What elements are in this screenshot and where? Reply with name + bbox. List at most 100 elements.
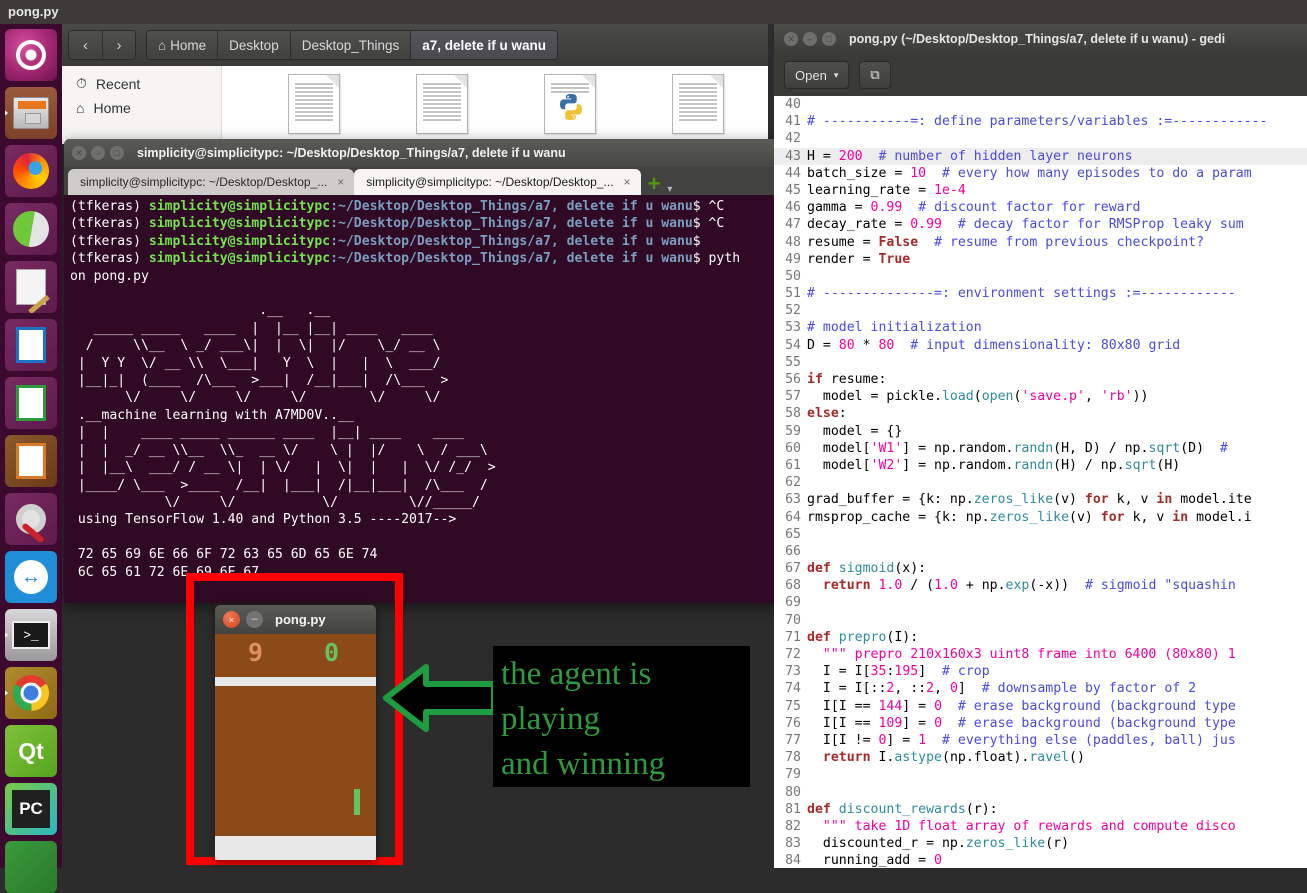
gedit-editor[interactable]: 40 41 # -----------=: define parameters/va… — [774, 96, 1307, 868]
line-content: I[I == 144] = 0 # erase background (back… — [807, 698, 1236, 714]
python-logo-icon — [560, 94, 582, 120]
open-button[interactable]: Open ▾ — [784, 61, 850, 89]
line-content: if resume: — [807, 372, 887, 387]
launcher-item-chrome[interactable] — [5, 667, 57, 719]
breadcrumb-current-folder[interactable]: a7, delete if u wanu — [410, 31, 558, 59]
terminal-title-text: simplicity@simplicitypc: ~/Desktop/Deskt… — [137, 146, 566, 160]
maximize-icon[interactable]: □ — [110, 146, 124, 160]
sidebar-item-recent[interactable]: ⏱ Recent — [62, 71, 221, 96]
line-number: 78 — [785, 750, 801, 766]
line-content: rmsprop_cache = {k: np.zeros_like(v) for… — [807, 509, 1252, 525]
chrome-icon — [13, 675, 49, 711]
gedit-toolbar: Open ▾ ⧉ — [774, 54, 1307, 96]
home-icon: ⌂ — [76, 100, 85, 116]
close-icon[interactable]: ✕ — [784, 32, 798, 46]
launcher-item-pycharm[interactable]: PC — [5, 783, 57, 835]
gym-icon — [13, 211, 49, 247]
launcher-item-system-settings[interactable] — [5, 493, 57, 545]
teamviewer-icon: ↔ — [14, 560, 48, 594]
minimize-icon[interactable]: – — [803, 32, 817, 46]
line-number: 57 — [785, 389, 801, 405]
launcher-item-partial[interactable] — [5, 841, 57, 893]
launcher-item-ubuntu-dash[interactable] — [5, 29, 57, 81]
line-number: 75 — [785, 698, 801, 714]
line-number: 49 — [785, 251, 801, 267]
code-line: 52 — [774, 302, 1307, 319]
score-right: 0 — [324, 638, 340, 667]
terminal-tab-1[interactable]: simplicity@simplicitypc: ~/Desktop/Deskt… — [68, 169, 355, 195]
line-number: 72 — [785, 647, 801, 662]
code-line: 60 model['W1'] = np.random.randn(H, D) /… — [774, 440, 1307, 457]
code-line: 64 rmsprop_cache = {k: np.zeros_like(v) f… — [774, 509, 1307, 526]
nav-buttons: ‹ › — [68, 30, 136, 60]
code-line: 81 def discount_rewards(r): — [774, 801, 1307, 818]
document-icon — [672, 74, 724, 134]
file-item[interactable]: OpenAI Gym - — [388, 74, 496, 144]
minimize-icon[interactable]: – — [246, 611, 263, 628]
file-item[interactable]: OpenAI-Gym — [516, 74, 624, 144]
close-icon[interactable]: × — [223, 611, 240, 628]
launcher-item-terminal[interactable]: >_ — [5, 609, 57, 661]
line-content: running_add = 0 — [807, 853, 942, 868]
line-content: I = I[35:195] # crop — [807, 664, 990, 680]
code-line: 61 model['W2'] = np.random.randn(H) / np… — [774, 457, 1307, 474]
clock-icon: ⏱ — [76, 75, 87, 91]
forward-button[interactable]: › — [102, 31, 135, 59]
line-content: """ prepro 210x160x3 uint8 frame into 64… — [807, 647, 1236, 662]
code-line: 51 # --------------=: environment setting… — [774, 285, 1307, 302]
close-icon[interactable]: ✕ — [72, 146, 86, 160]
line-number: 43 — [785, 148, 801, 164]
new-tab-icon[interactable]: + — [648, 173, 661, 195]
code-line: 40 — [774, 96, 1307, 113]
code-line: 47 decay_rate = 0.99 # decay factor for R… — [774, 216, 1307, 233]
terminal-tab-2[interactable]: simplicity@simplicitypc: ~/Desktop/Deskt… — [354, 169, 641, 195]
agent-paddle — [354, 789, 360, 815]
launcher-item-libreoffice-impress[interactable] — [5, 435, 57, 487]
close-tab-icon[interactable]: × — [624, 175, 631, 189]
breadcrumb-desktop[interactable]: Desktop — [217, 31, 290, 59]
top-wall — [215, 677, 376, 686]
ubuntu-logo-icon — [16, 40, 46, 70]
launcher-item-files[interactable] — [5, 87, 57, 139]
code-line: 53 # model initialization — [774, 319, 1307, 336]
terminal-output[interactable]: (tfkeras) simplicity@simplicitypc:~/Desk… — [64, 195, 847, 603]
code-line: 58 else: — [774, 405, 1307, 422]
file-item[interactable]: OpenAI Gym - — [260, 74, 368, 144]
sidebar-item-home[interactable]: ⌂ Home — [62, 96, 221, 120]
back-button[interactable]: ‹ — [69, 31, 102, 59]
line-number: 47 — [785, 217, 801, 233]
file-manager-sidebar: ⏱ Recent ⌂ Home — [62, 66, 222, 144]
line-number: 82 — [785, 818, 801, 834]
line-number: 74 — [785, 681, 801, 697]
line-number: 50 — [785, 268, 801, 284]
line-content: def sigmoid(x): — [807, 561, 927, 577]
line-content: grad_buffer = {k: np.zeros_like(v) for k… — [807, 492, 1252, 508]
breadcrumb-desktop-things[interactable]: Desktop_Things — [289, 31, 411, 59]
minimize-icon[interactable]: – — [91, 146, 105, 160]
gedit-window: ✕ – □ pong.py (~/Desktop/Desktop_Things/… — [774, 24, 1307, 868]
launcher-item-qt-creator[interactable]: Qt — [5, 725, 57, 777]
file-item[interactable]: po — [644, 74, 752, 144]
line-number: 59 — [785, 423, 801, 439]
launcher-item-gym[interactable] — [5, 203, 57, 255]
line-number: 52 — [785, 303, 801, 319]
code-line: 80 — [774, 784, 1307, 801]
breadcrumb-home[interactable]: ⌂ Home — [147, 31, 218, 59]
launcher-item-libreoffice-writer[interactable] — [5, 319, 57, 371]
launcher-item-text-editor[interactable] — [5, 261, 57, 313]
launcher-item-firefox[interactable] — [5, 145, 57, 197]
line-number: 45 — [785, 182, 801, 198]
chevron-down-icon[interactable]: ▾ — [667, 184, 672, 195]
gedit-titlebar: ✕ – □ pong.py (~/Desktop/Desktop_Things/… — [774, 24, 1307, 54]
code-line: 74 I = I[::2, ::2, 0] # downsample by fa… — [774, 680, 1307, 697]
line-number: 40 — [785, 97, 801, 112]
code-line: 42 — [774, 130, 1307, 147]
line-number: 69 — [785, 595, 801, 611]
maximize-icon[interactable]: □ — [822, 32, 836, 46]
launcher-item-teamviewer[interactable]: ↔ — [5, 551, 57, 603]
close-tab-icon[interactable]: × — [337, 175, 344, 189]
new-tab-button[interactable]: ⧉ — [859, 61, 891, 89]
score-left: 9 — [248, 638, 264, 667]
launcher-item-libreoffice-calc[interactable] — [5, 377, 57, 429]
code-line: 78 return I.astype(np.float).ravel() — [774, 749, 1307, 766]
